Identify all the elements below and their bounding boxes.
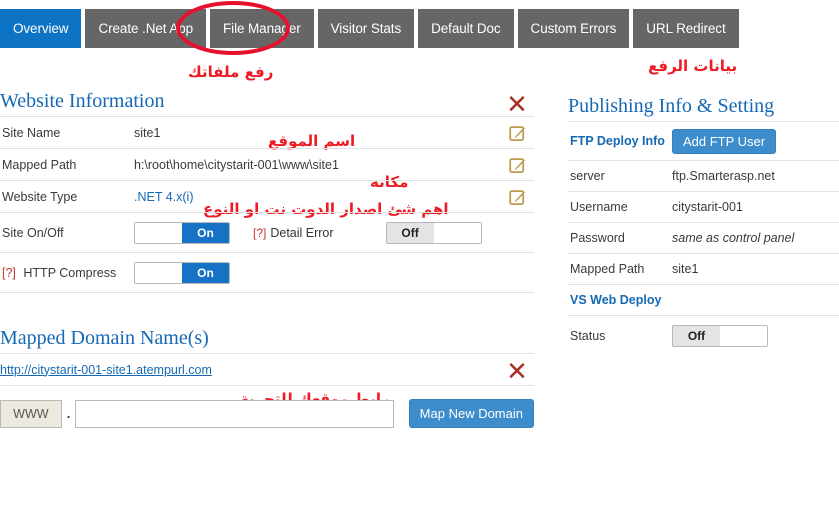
mapped-domains-section: Mapped Domain Name(s) http://citystarit-… bbox=[0, 327, 534, 428]
www-prefix-box[interactable]: WWW bbox=[0, 399, 62, 428]
row-label: server bbox=[570, 169, 605, 183]
toggle-state-label: On bbox=[182, 222, 229, 243]
row-value: h:\root\home\citystarit-001\www\site1 bbox=[134, 157, 339, 172]
toggle-state-label: On bbox=[182, 262, 229, 283]
edit-icon[interactable] bbox=[509, 124, 526, 141]
mapped-domains-title: Mapped Domain Name(s) bbox=[0, 327, 209, 349]
row-label: Website Type bbox=[2, 189, 78, 204]
row-label: Site Name bbox=[2, 125, 61, 140]
tab-create-net-app[interactable]: Create .Net App bbox=[85, 9, 207, 48]
ftp-deploy-label[interactable]: FTP Deploy Info bbox=[568, 134, 672, 148]
table-row-existing-domain: http://citystarit-001-site1.atempurl.com bbox=[0, 353, 534, 386]
toggle-state-label: Off bbox=[386, 222, 434, 243]
table-row-site-onoff: Site On/Off On [?] Detail Error Off bbox=[0, 212, 534, 252]
row-label: Password bbox=[570, 231, 625, 245]
tab-custom-errors[interactable]: Custom Errors bbox=[517, 9, 630, 48]
add-ftp-user-button[interactable]: Add FTP User bbox=[672, 128, 777, 154]
table-row-ftp-deploy-info: FTP Deploy Info Add FTP User bbox=[568, 121, 839, 160]
site-onoff-toggle-wrap: On bbox=[134, 221, 230, 244]
row-label-group: [?] HTTP Compress bbox=[0, 266, 134, 280]
http-compress-label: HTTP Compress bbox=[23, 265, 117, 280]
website-information-title: Website Information bbox=[0, 90, 165, 112]
toggle-blank-segment bbox=[135, 262, 182, 283]
table-row-website-type: Website Type .NET 4.x(i) bbox=[0, 180, 534, 212]
row-label: Mapped Path bbox=[570, 262, 645, 276]
table-row-http-compress: [?] HTTP Compress On bbox=[0, 252, 534, 293]
row-value: same as control panel bbox=[672, 231, 795, 245]
close-icon[interactable] bbox=[508, 94, 526, 112]
edit-icon[interactable] bbox=[509, 156, 526, 173]
row-value: site1 bbox=[672, 262, 699, 276]
vs-web-deploy-link[interactable]: VS Web Deploy bbox=[570, 293, 661, 307]
table-row-username: Username citystarit-001 bbox=[568, 191, 839, 222]
table-row-mapped-path: Mapped Path h:\root\home\citystarit-001\… bbox=[0, 148, 534, 180]
website-information-header: Website Information bbox=[0, 90, 534, 116]
toggle-state-label: Off bbox=[673, 326, 720, 346]
table-row-status: Status Off bbox=[568, 315, 839, 356]
table-row-site-name: Site Name site1 bbox=[0, 116, 534, 148]
publishing-header: Publishing Info & Setting bbox=[568, 95, 839, 121]
tab-url-redirect[interactable]: URL Redirect bbox=[633, 9, 739, 48]
row-value: ftp.Smarterasp.net bbox=[672, 169, 775, 183]
detail-error-group: [?] Detail Error Off bbox=[253, 221, 482, 244]
map-new-domain-form: WWW . Map New Domain bbox=[0, 399, 534, 428]
tab-overview[interactable]: Overview bbox=[0, 9, 82, 48]
publishing-title: Publishing Info & Setting bbox=[568, 95, 775, 117]
close-icon[interactable] bbox=[508, 361, 526, 379]
row-label: Site On/Off bbox=[2, 225, 64, 240]
row-label: Mapped Path bbox=[2, 157, 77, 172]
detail-error-toggle[interactable]: Off bbox=[385, 221, 482, 244]
map-new-domain-button[interactable]: Map New Domain bbox=[408, 399, 534, 428]
table-row-mapped-path: Mapped Path site1 bbox=[568, 253, 839, 284]
annotation-upload-files: رفع ملفاتك bbox=[188, 63, 274, 81]
dot-separator: . bbox=[66, 406, 71, 421]
row-label: Username bbox=[570, 200, 628, 214]
toggle-blank-segment bbox=[433, 222, 481, 243]
table-row-server: server ftp.Smarterasp.net bbox=[568, 160, 839, 191]
site-onoff-toggle[interactable]: On bbox=[134, 221, 230, 244]
http-compress-toggle[interactable]: On bbox=[134, 261, 230, 284]
row-value: site1 bbox=[134, 125, 161, 140]
table-row-vs-web-deploy: VS Web Deploy bbox=[568, 284, 839, 315]
mapped-domains-header: Mapped Domain Name(s) bbox=[0, 327, 534, 353]
tab-default-doc[interactable]: Default Doc bbox=[418, 9, 514, 48]
table-row-password: Password same as control panel bbox=[568, 222, 839, 253]
tab-visitor-stats[interactable]: Visitor Stats bbox=[317, 9, 415, 48]
row-value-link[interactable]: .NET 4.x(i) bbox=[134, 190, 194, 204]
right-panel: Publishing Info & Setting FTP Deploy Inf… bbox=[568, 95, 839, 356]
annotation-publish-data: بيانات الرفع bbox=[648, 57, 738, 75]
row-value: citystarit-001 bbox=[672, 200, 743, 214]
tab-file-manager[interactable]: File Manager bbox=[210, 9, 314, 48]
edit-icon[interactable] bbox=[509, 188, 526, 205]
http-compress-help-icon[interactable]: [?] bbox=[2, 266, 16, 280]
domain-name-input[interactable] bbox=[75, 399, 394, 428]
main-tab-bar: Overview Create .Net App File Manager Visit… bbox=[0, 9, 739, 48]
row-label: Status bbox=[570, 329, 606, 343]
toggle-blank-segment bbox=[720, 326, 767, 346]
toggle-blank-segment bbox=[135, 222, 182, 243]
detail-error-help-icon[interactable]: [?] bbox=[253, 226, 266, 240]
existing-domain-link[interactable]: http://citystarit-001-site1.atempurl.com bbox=[0, 363, 212, 377]
left-panel: Website Information Site Name site1 Mapp… bbox=[0, 90, 534, 428]
ftp-deploy-link[interactable]: FTP Deploy Info bbox=[570, 134, 665, 148]
status-toggle[interactable]: Off bbox=[672, 325, 768, 347]
vs-web-deploy-cell[interactable]: VS Web Deploy bbox=[568, 293, 672, 307]
detail-error-label: Detail Error bbox=[270, 225, 334, 240]
